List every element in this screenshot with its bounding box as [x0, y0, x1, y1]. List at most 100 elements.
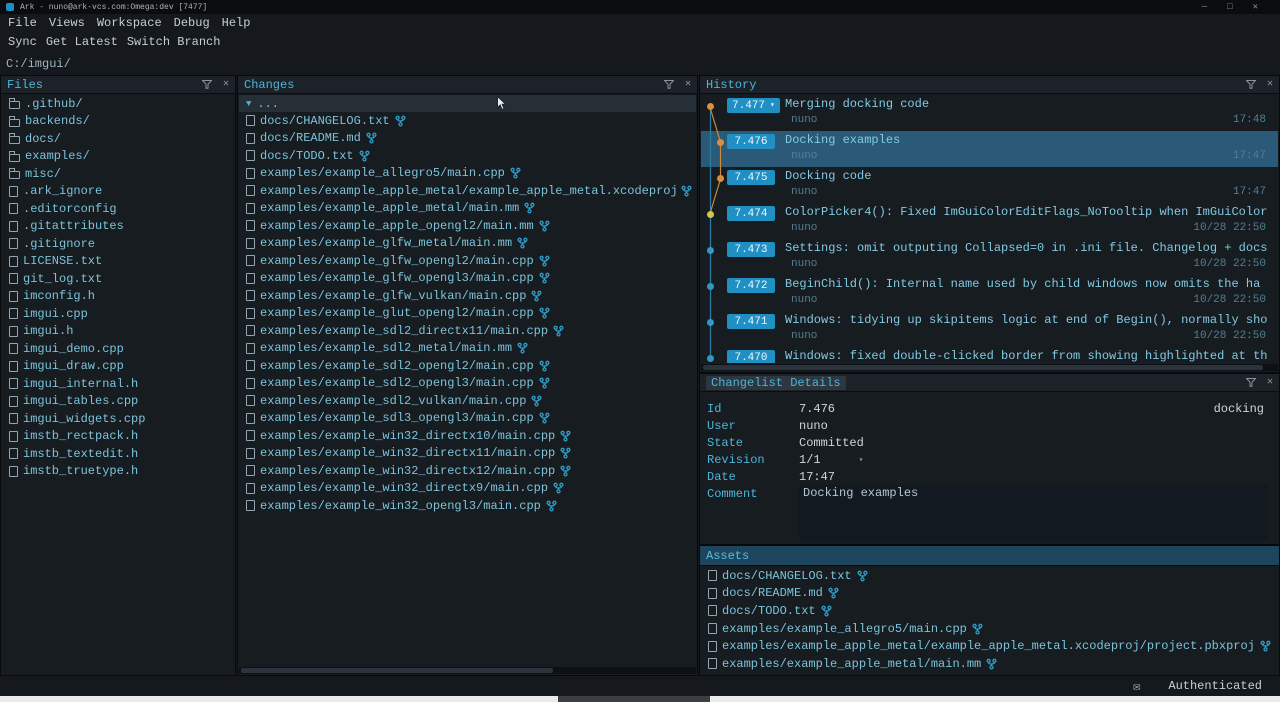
changed-file-row[interactable]: docs/CHANGELOG.txt: [239, 112, 696, 130]
changed-file-row[interactable]: examples/example_sdl2_opengl2/main.cpp: [239, 357, 696, 375]
taskbar-segment: [558, 696, 710, 702]
menu-item-file[interactable]: File: [8, 16, 37, 30]
changed-file-row[interactable]: examples/example_glut_opengl2/main.cpp: [239, 305, 696, 323]
revision-badge[interactable]: 7.472: [727, 278, 775, 293]
history-list: 7.477▾Merging docking codenuno17:487.476…: [701, 95, 1278, 363]
asset-row[interactable]: examples/example_allegro5/main.cpp: [701, 620, 1278, 638]
changed-file-row[interactable]: examples/example_glfw_opengl2/main.cpp: [239, 252, 696, 270]
revision-badge[interactable]: 7.470: [727, 350, 775, 363]
history-entry[interactable]: 7.476Docking examplesnuno17:47: [701, 131, 1278, 167]
file-row[interactable]: .ark_ignore: [2, 183, 234, 201]
toolbar-button-switch-branch[interactable]: Switch Branch: [127, 35, 221, 49]
file-row[interactable]: imgui_tables.cpp: [2, 393, 234, 411]
file-row[interactable]: imstb_textedit.h: [2, 445, 234, 463]
history-entry[interactable]: 7.474ColorPicker4(): Fixed ImGuiColorEdi…: [701, 203, 1278, 239]
folder-row[interactable]: docs/: [2, 130, 234, 148]
history-entry[interactable]: 7.470Windows: fixed double-clicked borde…: [701, 347, 1278, 363]
branch-icon: [553, 325, 564, 337]
changed-file-row[interactable]: examples/example_allegro5/main.cpp: [239, 165, 696, 183]
revision-badge[interactable]: 7.474: [727, 206, 775, 221]
filter-icon[interactable]: [202, 80, 212, 89]
filter-icon[interactable]: [1246, 80, 1256, 89]
changed-file-row[interactable]: docs/TODO.txt: [239, 147, 696, 165]
minimize-icon[interactable]: ─: [1202, 2, 1207, 12]
menu-item-views[interactable]: Views: [49, 16, 85, 30]
revision-dropdown-caret-icon[interactable]: ▾: [859, 455, 864, 465]
changes-panel-header: Changes ✕: [238, 76, 697, 94]
file-row[interactable]: imgui_internal.h: [2, 375, 234, 393]
asset-row[interactable]: docs/README.md: [701, 585, 1278, 603]
menu-item-help[interactable]: Help: [222, 16, 251, 30]
changed-file-row[interactable]: examples/example_apple_opengl2/main.mm: [239, 217, 696, 235]
graph-node-icon: [707, 103, 714, 110]
changed-file-row[interactable]: examples/example_sdl2_directx11/main.cpp: [239, 322, 696, 340]
file-row[interactable]: .gitattributes: [2, 218, 234, 236]
file-row[interactable]: LICENSE.txt: [2, 253, 234, 271]
changes-root-row[interactable]: ▼ ...: [239, 95, 696, 112]
asset-row[interactable]: docs/CHANGELOG.txt: [701, 567, 1278, 585]
changed-file-row[interactable]: examples/example_sdl2_metal/main.mm: [239, 340, 696, 358]
changed-file-row[interactable]: examples/example_glfw_metal/main.mm: [239, 235, 696, 253]
revision-badge[interactable]: 7.477▾: [727, 98, 780, 113]
file-name: imstb_rectpack.h: [23, 429, 138, 443]
revision-badge[interactable]: 7.473: [727, 242, 775, 257]
close-panel-icon[interactable]: ✕: [223, 80, 229, 90]
file-row[interactable]: imgui.cpp: [2, 305, 234, 323]
file-row[interactable]: imgui_widgets.cpp: [2, 410, 234, 428]
file-row[interactable]: .gitignore: [2, 235, 234, 253]
history-entry[interactable]: 7.477▾Merging docking codenuno17:48: [701, 95, 1278, 131]
changed-file-row[interactable]: examples/example_win32_directx11/main.cp…: [239, 445, 696, 463]
file-row[interactable]: git_log.txt: [2, 270, 234, 288]
file-row[interactable]: imconfig.h: [2, 288, 234, 306]
asset-row[interactable]: examples/example_apple_metal/example_app…: [701, 637, 1278, 655]
changed-file-row[interactable]: examples/example_sdl3_opengl3/main.cpp: [239, 410, 696, 428]
changed-file-row[interactable]: examples/example_glfw_opengl3/main.cpp: [239, 270, 696, 288]
asset-row[interactable]: docs/TODO.txt: [701, 602, 1278, 620]
folder-row[interactable]: examples/: [2, 148, 234, 166]
changed-file-row[interactable]: examples/example_glfw_vulkan/main.cpp: [239, 287, 696, 305]
file-row[interactable]: imgui_draw.cpp: [2, 358, 234, 376]
close-icon[interactable]: ✕: [1253, 2, 1258, 12]
changed-file-row[interactable]: examples/example_win32_directx12/main.cp…: [239, 462, 696, 480]
close-panel-icon[interactable]: ✕: [1267, 378, 1273, 388]
changed-file-row[interactable]: examples/example_sdl2_opengl3/main.cpp: [239, 375, 696, 393]
file-row[interactable]: imstb_truetype.h: [2, 463, 234, 481]
file-row[interactable]: imstb_rectpack.h: [2, 428, 234, 446]
filter-icon[interactable]: [664, 80, 674, 89]
changed-file-row[interactable]: examples/example_win32_directx9/main.cpp: [239, 480, 696, 498]
menu-item-workspace[interactable]: Workspace: [97, 16, 162, 30]
maximize-icon[interactable]: □: [1227, 2, 1232, 12]
menu-item-debug[interactable]: Debug: [174, 16, 210, 30]
filter-icon[interactable]: [1246, 378, 1256, 387]
file-row[interactable]: imgui.h: [2, 323, 234, 341]
history-entry[interactable]: 7.473Settings: omit outputing Collapsed=…: [701, 239, 1278, 275]
file-row[interactable]: .editorconfig: [2, 200, 234, 218]
history-entry[interactable]: 7.475Docking codenuno17:47: [701, 167, 1278, 203]
history-entry[interactable]: 7.472BeginChild(): Internal name used by…: [701, 275, 1278, 311]
folder-row[interactable]: .github/: [2, 95, 234, 113]
scrollbar-thumb[interactable]: [703, 365, 1263, 370]
changed-file-row[interactable]: examples/example_win32_directx10/main.cp…: [239, 427, 696, 445]
scrollbar-thumb[interactable]: [241, 668, 553, 673]
branch-icon: [524, 202, 535, 214]
expander-icon[interactable]: ▼: [246, 99, 251, 109]
document-icon: [246, 203, 255, 214]
changed-file-row[interactable]: examples/example_apple_metal/example_app…: [239, 182, 696, 200]
changed-file-row[interactable]: examples/example_apple_metal/main.mm: [239, 200, 696, 218]
revision-badge[interactable]: 7.475: [727, 170, 775, 185]
changed-file-row[interactable]: examples/example_win32_opengl3/main.cpp: [239, 497, 696, 515]
commit-author: nuno: [791, 222, 817, 234]
asset-row[interactable]: examples/example_apple_metal/main.mm: [701, 655, 1278, 673]
revision-badge[interactable]: 7.471: [727, 314, 775, 329]
history-entry[interactable]: 7.471Windows: tidying up skipitems logic…: [701, 311, 1278, 347]
close-panel-icon[interactable]: ✕: [685, 80, 691, 90]
toolbar-button-get-latest[interactable]: Get Latest: [46, 35, 118, 49]
file-row[interactable]: imgui_demo.cpp: [2, 340, 234, 358]
folder-row[interactable]: misc/: [2, 165, 234, 183]
close-panel-icon[interactable]: ✕: [1267, 80, 1273, 90]
toolbar-button-sync[interactable]: Sync: [8, 35, 37, 49]
changed-file-row[interactable]: docs/README.md: [239, 130, 696, 148]
revision-badge[interactable]: 7.476: [727, 134, 775, 149]
changed-file-row[interactable]: examples/example_sdl2_vulkan/main.cpp: [239, 392, 696, 410]
folder-row[interactable]: backends/: [2, 113, 234, 131]
